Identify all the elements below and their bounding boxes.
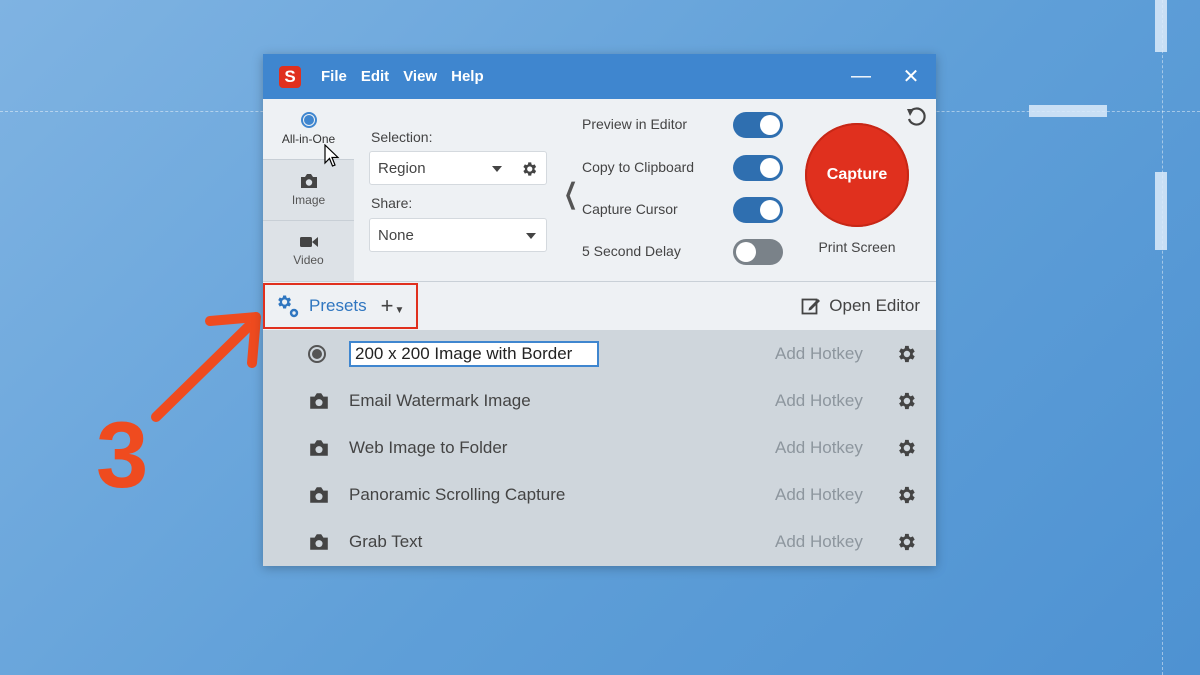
- copy-to-clipboard-toggle[interactable]: [733, 155, 783, 181]
- snagit-logo-icon: S: [279, 65, 301, 88]
- tab-image[interactable]: Image: [263, 160, 354, 221]
- presets-gears-icon: [278, 295, 299, 318]
- tab-all-in-one[interactable]: All-in-One: [263, 99, 354, 160]
- menu-file[interactable]: File: [321, 68, 347, 85]
- option-preview-in-editor-label: Preview in Editor: [582, 116, 688, 132]
- selection-label: Selection:: [371, 129, 433, 145]
- presets-label[interactable]: Presets: [309, 296, 367, 316]
- chevron-down-icon: [526, 233, 536, 239]
- add-hotkey-link[interactable]: Add Hotkey: [775, 485, 863, 505]
- menu-view[interactable]: View: [403, 68, 437, 85]
- gear-icon[interactable]: [895, 390, 917, 412]
- title-bar: S File Edit View Help — ✕: [263, 54, 936, 99]
- preset-name-input[interactable]: [349, 340, 599, 367]
- close-button[interactable]: ✕: [886, 64, 936, 89]
- open-editor-button[interactable]: Open Editor: [801, 296, 920, 316]
- crosshair-top-bar: [1155, 0, 1167, 52]
- list-item[interactable]: Email Watermark Image Add Hotkey: [263, 377, 936, 424]
- gear-icon[interactable]: [895, 437, 917, 459]
- collapse-chevron-icon[interactable]: ❮: [564, 177, 578, 210]
- list-item[interactable]: Grab Text Add Hotkey: [263, 519, 936, 566]
- capture-mode-tabs: All-in-One Image Video: [263, 99, 354, 282]
- add-hotkey-link[interactable]: Add Hotkey: [775, 391, 863, 411]
- presets-highlight-box: Presets + ▼: [263, 283, 418, 329]
- add-hotkey-link[interactable]: Add Hotkey: [775, 438, 863, 458]
- reset-icon[interactable]: [905, 106, 929, 130]
- chevron-down-icon: [492, 166, 502, 172]
- preview-in-editor-toggle[interactable]: [733, 112, 783, 138]
- list-item[interactable]: Panoramic Scrolling Capture Add Hotkey: [263, 472, 936, 519]
- camera-icon: [310, 487, 328, 503]
- add-preset-button[interactable]: + ▼: [381, 293, 405, 319]
- gear-icon[interactable]: [520, 160, 538, 178]
- video-camera-icon: [299, 237, 318, 247]
- camera-icon: [310, 534, 328, 551]
- gear-icon[interactable]: [895, 531, 917, 553]
- capture-settings-panel: All-in-One Image Video Selection: Region: [263, 99, 936, 282]
- presets-bar: Presets + ▼ Open Editor: [263, 282, 936, 330]
- share-value: None: [378, 226, 414, 244]
- minimize-button[interactable]: —: [836, 65, 886, 88]
- radio-icon: [300, 112, 317, 128]
- active-preset-radio-icon[interactable]: [308, 344, 326, 363]
- capture-cursor-toggle[interactable]: [733, 197, 783, 223]
- five-second-delay-toggle[interactable]: [733, 239, 783, 265]
- preset-name: Email Watermark Image: [349, 390, 531, 410]
- chevron-down-icon: ▼: [394, 305, 405, 316]
- share-label: Share:: [371, 195, 413, 211]
- window-controls: — ✕: [836, 64, 936, 89]
- presets-list: Add Hotkey Email Watermark Image Add Hot…: [263, 330, 936, 566]
- gear-icon[interactable]: [895, 484, 917, 506]
- list-item[interactable]: Web Image to Folder Add Hotkey: [263, 424, 936, 471]
- edit-icon: [801, 298, 821, 315]
- snagit-capture-window: S File Edit View Help — ✕ All-in-One Ima…: [263, 54, 936, 566]
- option-delay-label: 5 Second Delay: [582, 243, 681, 259]
- add-hotkey-link[interactable]: Add Hotkey: [775, 532, 863, 552]
- capture-button[interactable]: Capture: [805, 123, 909, 227]
- option-copy-to-clipboard-label: Copy to Clipboard: [582, 159, 695, 175]
- mouse-cursor-icon: [324, 144, 340, 167]
- menu-help[interactable]: Help: [451, 68, 484, 85]
- camera-icon: [310, 393, 328, 409]
- tab-video[interactable]: Video: [263, 221, 354, 282]
- tab-image-label: Image: [291, 193, 326, 207]
- selection-dropdown[interactable]: Region: [369, 151, 547, 185]
- add-hotkey-link[interactable]: Add Hotkey: [775, 344, 863, 364]
- gear-icon[interactable]: [895, 343, 917, 365]
- add-preset-label: +: [380, 293, 394, 318]
- share-dropdown[interactable]: None: [369, 218, 547, 252]
- selection-value: Region: [378, 159, 426, 177]
- menu-bar: File Edit View Help: [321, 68, 484, 85]
- preset-name: Grab Text: [349, 532, 423, 552]
- open-editor-label: Open Editor: [829, 296, 920, 315]
- preset-name: Web Image to Folder: [349, 437, 508, 457]
- crosshair-bottom-bar: [1155, 172, 1167, 250]
- preset-name: Panoramic Scrolling Capture: [349, 485, 566, 505]
- camera-icon: [310, 440, 328, 456]
- capture-shortcut-label: Print Screen: [818, 239, 896, 255]
- annotation-arrow-icon: [151, 312, 261, 422]
- camera-icon: [300, 174, 317, 188]
- crosshair-left-bar: [1029, 105, 1107, 117]
- list-item[interactable]: Add Hotkey: [263, 330, 936, 377]
- option-capture-cursor-label: Capture Cursor: [582, 201, 678, 217]
- menu-edit[interactable]: Edit: [361, 68, 389, 85]
- capture-guide-vertical: [1162, 0, 1163, 675]
- tab-video-label: Video: [293, 253, 324, 267]
